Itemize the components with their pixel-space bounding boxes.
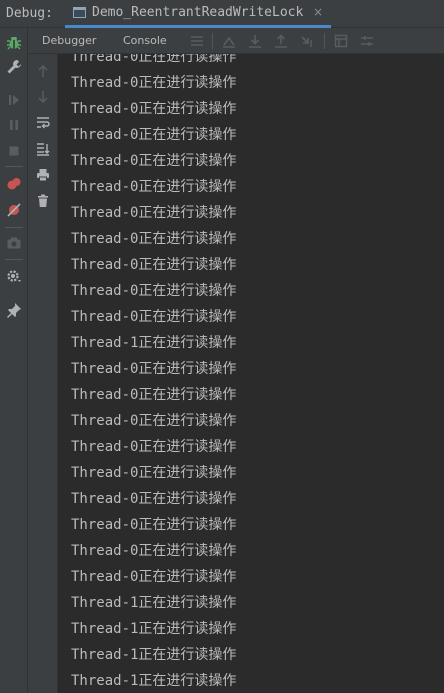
run-to-cursor-icon[interactable] (298, 32, 316, 50)
console-line: Thread-1正在进行读操作 (71, 673, 237, 689)
console-line: Thread-1正在进行读操作 (71, 335, 237, 351)
clear-icon[interactable] (33, 191, 53, 211)
close-icon[interactable]: × (313, 5, 323, 19)
mute-breakpoints-icon[interactable] (4, 200, 24, 220)
scroll-down-icon[interactable] (33, 87, 53, 107)
view-breakpoints-icon[interactable] (4, 174, 24, 194)
console-line: Thread-1正在进行读操作 (71, 647, 237, 663)
toolbar-separator (5, 259, 23, 260)
run-configuration-tab[interactable]: Demo_ReentrantReadWriteLock × (65, 0, 331, 28)
console-line: Thread-0正在进行读操作 (71, 517, 237, 533)
scroll-to-end-icon[interactable] (33, 139, 53, 159)
console-line: Thread-0正在进行读操作 (71, 54, 237, 65)
console-line: Thread-0正在进行读操作 (71, 231, 237, 247)
menu-icon[interactable] (188, 32, 206, 50)
toolbar-separator (5, 227, 23, 228)
console-line: Thread-0正在进行读操作 (71, 361, 237, 377)
console-line: Thread-0正在进行读操作 (71, 309, 237, 325)
console-line: Thread-0正在进行读操作 (71, 75, 237, 91)
console-line: Thread-0正在进行读操作 (71, 257, 237, 273)
console-line: Thread-0正在进行读操作 (71, 413, 237, 429)
console-output[interactable]: Thread-0正在进行读操作 Thread-0正在进行读操作 Thread-0正在… (58, 54, 444, 693)
show-execution-point-icon[interactable] (220, 32, 238, 50)
scroll-up-icon[interactable] (33, 61, 53, 81)
camera-icon[interactable] (4, 233, 24, 253)
bug-icon[interactable] (4, 33, 24, 53)
tab-title: Demo_ReentrantReadWriteLock (92, 5, 304, 20)
wrench-icon[interactable] (4, 57, 24, 77)
step-into-icon[interactable] (272, 32, 290, 50)
soft-wrap-icon[interactable] (33, 113, 53, 133)
console-line: Thread-0正在进行读操作 (71, 101, 237, 117)
stop-icon[interactable] (4, 141, 24, 161)
console-line: Thread-1正在进行读操作 (71, 621, 237, 637)
tab-debugger[interactable]: Debugger (42, 34, 96, 47)
step-over-icon[interactable] (246, 32, 264, 50)
tab-console[interactable]: Console (123, 34, 167, 47)
trace-icon[interactable] (358, 32, 376, 50)
console-toolbar (28, 54, 58, 693)
left-debug-toolbar (0, 28, 28, 693)
toolbar-separator (5, 166, 23, 167)
pause-icon[interactable] (4, 115, 24, 135)
console-line: Thread-1正在进行读操作 (71, 595, 237, 611)
settings-icon[interactable] (4, 266, 24, 286)
console-line: Thread-0正在进行读操作 (71, 127, 237, 143)
console-line: Thread-0正在进行读操作 (71, 439, 237, 455)
evaluate-icon[interactable] (332, 32, 350, 50)
print-icon[interactable] (33, 165, 53, 185)
debug-tool-window-header: Debug: Demo_ReentrantReadWriteLock × (0, 0, 444, 28)
console-line: Thread-0正在进行读操作 (71, 491, 237, 507)
console-line: Thread-0正在进行读操作 (71, 205, 237, 221)
console-line: Thread-0正在进行读操作 (71, 283, 237, 299)
console-line: Thread-0正在进行读操作 (71, 465, 237, 481)
console-line: Thread-0正在进行读操作 (71, 387, 237, 403)
console-line: Thread-0正在进行读操作 (71, 153, 237, 169)
application-window-icon (73, 7, 86, 18)
debug-label: Debug: (6, 6, 53, 21)
debugger-subtoolbar: Debugger Console (28, 28, 444, 54)
resume-icon[interactable] (4, 90, 24, 110)
toolbar-separator (212, 33, 213, 49)
toolbar-separator (324, 33, 325, 49)
console-line: Thread-0正在进行读操作 (71, 543, 237, 559)
pin-icon[interactable] (4, 300, 24, 320)
console-line: Thread-0正在进行读操作 (71, 179, 237, 195)
console-line: Thread-0正在进行读操作 (71, 569, 237, 585)
console-lines: Thread-0正在进行读操作 Thread-0正在进行读操作 Thread-0正在… (71, 54, 236, 693)
